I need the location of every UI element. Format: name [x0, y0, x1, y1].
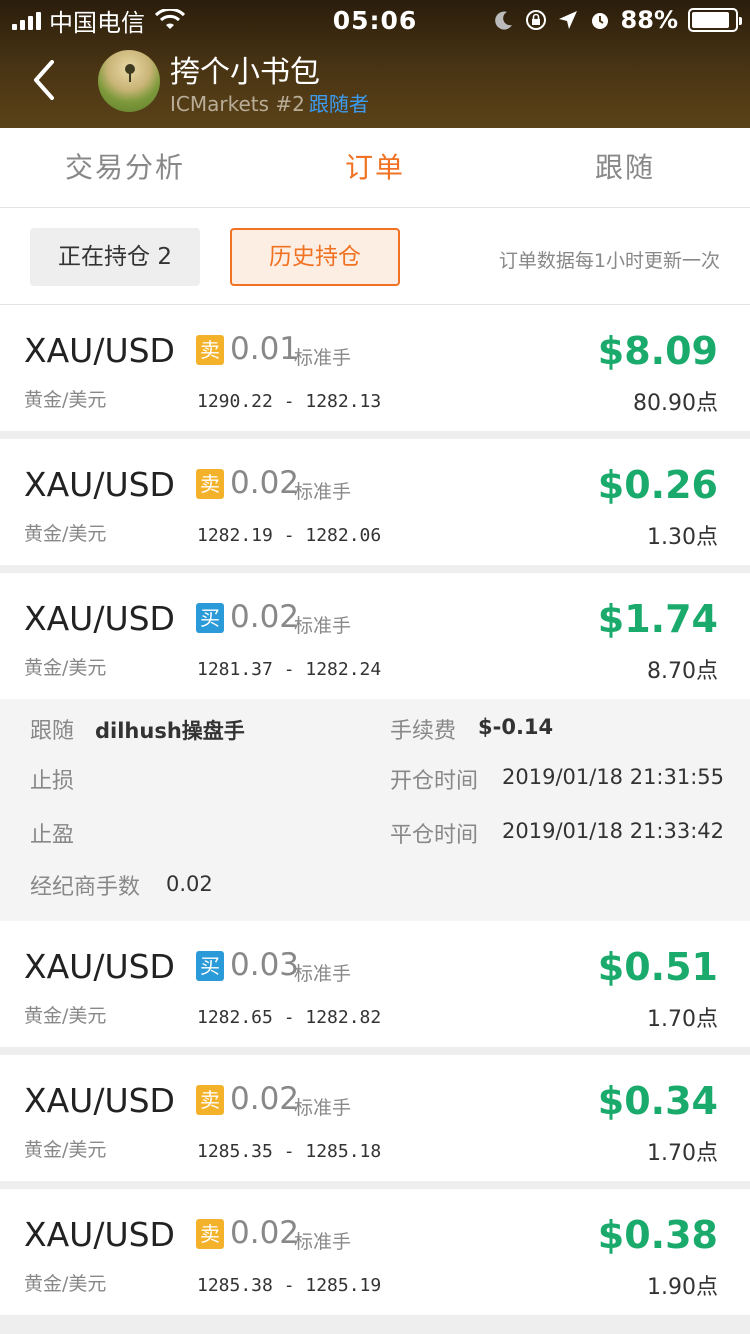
fee-value: $-0.14 — [478, 715, 554, 739]
stop-loss-label: 止损 — [30, 769, 75, 794]
broker-lots-label: 经纪商手数 — [30, 875, 141, 900]
order-row-expanded[interactable]: XAU/USD 黄金/美元 买 0.02 标准手 1281.37 - 1282.… — [0, 573, 750, 699]
lot-unit: 标准手 — [294, 1097, 352, 1119]
order-points: 1.90点 — [647, 1275, 718, 1300]
order-profit: $0.26 — [597, 463, 718, 507]
order-symbol: XAU/USD — [24, 947, 175, 986]
order-lot: 0.02 — [230, 1215, 300, 1251]
trader-name: 挎个小书包 — [170, 55, 320, 90]
broker-info: ICMarkets #2 跟随者 — [170, 88, 369, 117]
tab-analysis[interactable]: 交易分析 — [0, 128, 250, 207]
sell-badge: 卖 — [196, 1085, 224, 1115]
order-row[interactable]: XAU/USD 黄金/美元 买 0.03 标准手 1282.65 - 1282.… — [0, 921, 750, 1047]
order-points: 1.70点 — [647, 1141, 718, 1166]
lot-unit: 标准手 — [294, 347, 352, 369]
back-arrow-icon[interactable] — [28, 56, 64, 104]
order-lot: 0.01 — [230, 331, 300, 367]
order-symbol-cn: 黄金/美元 — [24, 523, 107, 545]
buy-badge: 买 — [196, 951, 224, 981]
lot-unit: 标准手 — [294, 481, 352, 503]
order-profit: $8.09 — [597, 329, 718, 373]
broker-account: ICMarkets #2 — [170, 92, 305, 116]
order-profit: $1.74 — [597, 597, 718, 641]
sell-badge: 卖 — [196, 1219, 224, 1249]
broker-lots-value: 0.02 — [166, 872, 213, 896]
tab-bar: 交易分析 订单 跟随 — [0, 128, 750, 208]
order-row[interactable]: XAU/USD 黄金/美元 卖 0.02 标准手 1282.19 - 1282.… — [0, 439, 750, 565]
avatar[interactable] — [98, 50, 160, 112]
order-points: 8.70点 — [647, 659, 718, 684]
buy-badge: 买 — [196, 603, 224, 633]
location-icon — [558, 11, 577, 29]
order-detail-panel: 跟随 dilhush操盘手 手续费 $-0.14 止损 开仓时间 2019/01… — [0, 699, 750, 921]
update-note: 订单数据每1小时更新一次 — [498, 250, 720, 272]
order-profit: $0.38 — [597, 1213, 718, 1257]
battery-icon — [688, 8, 742, 32]
order-prices: 1281.37 - 1282.24 — [197, 659, 382, 680]
order-lot: 0.02 — [230, 599, 300, 635]
order-symbol: XAU/USD — [24, 599, 175, 638]
order-profit: $0.51 — [597, 945, 718, 989]
order-symbol-cn: 黄金/美元 — [24, 1005, 107, 1027]
order-prices: 1285.35 - 1285.18 — [197, 1141, 382, 1162]
order-prices: 1285.38 - 1285.19 — [197, 1275, 382, 1296]
order-symbol-cn: 黄金/美元 — [24, 1273, 107, 1295]
take-profit-label: 止盈 — [30, 823, 75, 848]
moon-icon — [494, 11, 512, 30]
status-bar: 中国电信 05:06 88% — [0, 0, 750, 40]
order-prices: 1282.19 - 1282.06 — [197, 525, 382, 546]
order-points: 80.90点 — [633, 391, 718, 416]
close-time-label: 平仓时间 — [390, 823, 479, 848]
order-symbol-cn: 黄金/美元 — [24, 1139, 107, 1161]
fee-label: 手续费 — [390, 719, 457, 744]
follow-label: 跟随 — [30, 719, 75, 744]
order-symbol: XAU/USD — [24, 1081, 175, 1120]
followers-link[interactable]: 跟随者 — [309, 92, 369, 116]
app-header: 中国电信 05:06 88% 挎个小书包 ICMarkets #2 跟随者 — [0, 0, 750, 128]
battery-percent: 88% — [620, 6, 678, 34]
rotation-lock-icon — [525, 10, 546, 30]
close-time-value: 2019/01/18 21:33:42 — [502, 819, 725, 843]
order-profit: $0.34 — [597, 1079, 718, 1123]
order-points: 1.30点 — [647, 525, 718, 550]
lot-unit: 标准手 — [294, 615, 352, 637]
open-positions-button[interactable]: 正在持仓 2 — [30, 228, 200, 286]
order-lot: 0.02 — [230, 1081, 300, 1117]
order-symbol-cn: 黄金/美元 — [24, 389, 107, 411]
lot-unit: 标准手 — [294, 963, 352, 985]
order-lot: 0.03 — [230, 947, 300, 983]
order-symbol: XAU/USD — [24, 465, 175, 504]
history-positions-button[interactable]: 历史持仓 — [230, 228, 400, 286]
tab-follow[interactable]: 跟随 — [500, 128, 750, 207]
order-points: 1.70点 — [647, 1007, 718, 1032]
filter-bar: 正在持仓 2 历史持仓 订单数据每1小时更新一次 — [0, 208, 750, 305]
open-time-label: 开仓时间 — [390, 769, 479, 794]
order-row[interactable]: XAU/USD 黄金/美元 卖 0.02 标准手 1285.35 - 1285.… — [0, 1055, 750, 1181]
order-symbol-cn: 黄金/美元 — [24, 657, 107, 679]
alarm-icon — [591, 13, 608, 29]
orders-list: XAU/USD 黄金/美元 卖 0.01 标准手 1290.22 - 1282.… — [0, 305, 750, 1323]
follow-value: dilhush操盘手 — [95, 719, 245, 743]
lot-unit: 标准手 — [294, 1231, 352, 1253]
order-symbol: XAU/USD — [24, 1215, 175, 1254]
open-time-value: 2019/01/18 21:31:55 — [502, 765, 725, 789]
sell-badge: 卖 — [196, 335, 224, 365]
order-lot: 0.02 — [230, 465, 300, 501]
order-symbol: XAU/USD — [24, 331, 175, 370]
order-prices: 1290.22 - 1282.13 — [197, 391, 382, 412]
order-prices: 1282.65 - 1282.82 — [197, 1007, 382, 1028]
tab-orders[interactable]: 订单 — [250, 128, 500, 207]
sell-badge: 卖 — [196, 469, 224, 499]
order-row[interactable]: XAU/USD 黄金/美元 卖 0.02 标准手 1285.38 - 1285.… — [0, 1189, 750, 1315]
order-row[interactable]: XAU/USD 黄金/美元 卖 0.01 标准手 1290.22 - 1282.… — [0, 305, 750, 431]
